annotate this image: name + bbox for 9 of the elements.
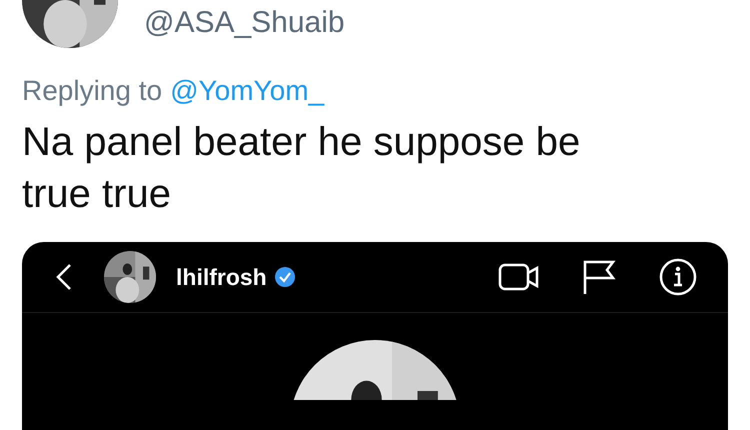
- username: lhilfrosh: [176, 264, 267, 290]
- flag-icon[interactable]: [582, 259, 616, 295]
- replying-label: Replying to: [22, 74, 162, 108]
- video-camera-icon[interactable]: [498, 262, 540, 292]
- back-icon[interactable]: [56, 263, 72, 291]
- info-icon[interactable]: [658, 257, 698, 297]
- tweet-text: Na panel beater he suppose be true true: [22, 119, 582, 218]
- mention-link[interactable]: @YomYom_: [170, 74, 324, 108]
- user-handle: @ASA_Shuaib: [144, 5, 345, 41]
